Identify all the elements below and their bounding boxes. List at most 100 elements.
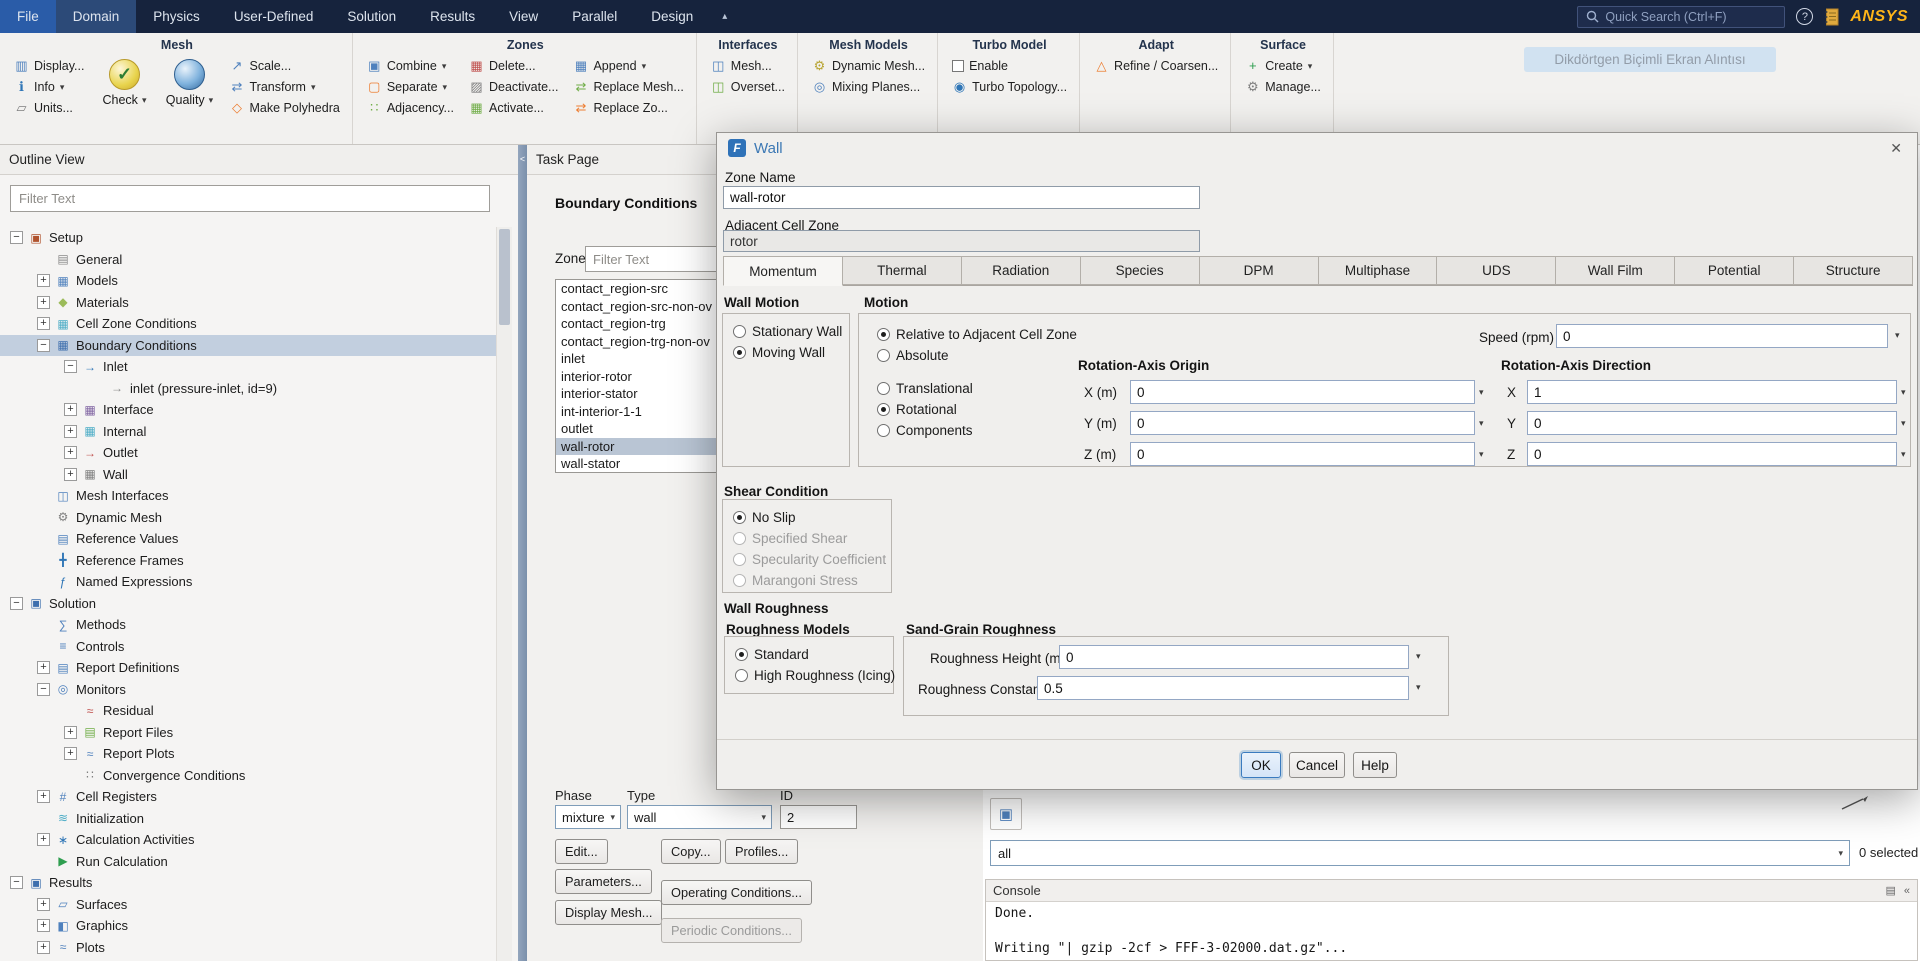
tree-item-methods[interactable]: ∑ Methods	[0, 614, 496, 636]
tree-item-named-expressions[interactable]: ƒ Named Expressions	[0, 571, 496, 593]
tab-radiation[interactable]: Radiation	[961, 256, 1081, 285]
ribbon-button-turbo-topology[interactable]: ◉ Turbo Topology...	[947, 78, 1072, 96]
tab-dpm[interactable]: DPM	[1199, 256, 1319, 285]
collapse-icon[interactable]: −	[64, 360, 77, 374]
chevron-down-icon[interactable]: ▾	[1416, 682, 1421, 693]
collapse-icon[interactable]: −	[37, 338, 50, 352]
menu-tab-design[interactable]: Design	[634, 0, 710, 33]
expand-icon[interactable]: +	[37, 661, 50, 675]
expand-icon[interactable]: +	[37, 919, 50, 933]
tab-structure[interactable]: Structure	[1794, 256, 1914, 285]
ribbon-button-quality[interactable]: Quality ▾	[159, 57, 219, 109]
tree-item-residual[interactable]: ≈ Residual	[0, 700, 496, 722]
tree-item-models[interactable]: + ▦ Models	[0, 270, 496, 292]
ribbon-button-mesh[interactable]: ◫ Mesh...	[706, 57, 790, 75]
ribbon-button-append[interactable]: ▦ Append ▾	[568, 57, 688, 75]
phase-select[interactable]: mixture ▾	[555, 805, 621, 829]
ribbon-button-overset[interactable]: ◫ Overset...	[706, 78, 790, 96]
menu-tab-physics[interactable]: Physics	[136, 0, 217, 33]
expand-icon[interactable]: +	[37, 940, 50, 954]
tree-item-wall[interactable]: + ▦ Wall	[0, 464, 496, 486]
tree-item-results[interactable]: − ▣ Results	[0, 872, 496, 894]
tree-item-calculation-activities[interactable]: + ∗ Calculation Activities	[0, 829, 496, 851]
tree-item-dynamic-mesh[interactable]: ⚙ Dynamic Mesh	[0, 507, 496, 529]
roughness-height-input[interactable]	[1059, 645, 1409, 669]
ribbon-button-delete[interactable]: ▦ Delete...	[464, 57, 563, 75]
ribbon-button-adjacency[interactable]: ∷ Adjacency...	[362, 99, 459, 117]
radio-rotational[interactable]: Rotational	[877, 399, 973, 420]
notebook-icon[interactable]	[1824, 8, 1839, 26]
collapse-icon[interactable]: −	[10, 596, 23, 610]
tree-item-internal[interactable]: + ▦ Internal	[0, 421, 496, 443]
outline-scrollbar[interactable]	[496, 227, 512, 961]
ribbon-button-separate[interactable]: ▢ Separate ▾	[362, 78, 459, 96]
cancel-button[interactable]: Cancel	[1289, 752, 1345, 778]
tree-item-boundary-conditions[interactable]: − ▦ Boundary Conditions	[0, 334, 496, 356]
expand-icon[interactable]: +	[37, 274, 50, 288]
expand-icon[interactable]: +	[37, 295, 50, 309]
tree-item-report-plots[interactable]: + ≈ Report Plots	[0, 743, 496, 765]
ribbon-button-enable[interactable]: Enable	[947, 57, 1072, 75]
input-x-m[interactable]	[1130, 380, 1475, 404]
ribbon-button-dynamic-mesh[interactable]: ⚙ Dynamic Mesh...	[807, 57, 930, 75]
probe-pencil-icon[interactable]	[1841, 793, 1869, 816]
zone-name-input[interactable]	[723, 186, 1200, 209]
menu-tab-solution[interactable]: Solution	[330, 0, 413, 33]
panel-splitter[interactable]: <	[518, 145, 527, 961]
help-icon[interactable]: ?	[1796, 8, 1814, 25]
search-input[interactable]	[1605, 9, 1777, 24]
input-x[interactable]	[1527, 380, 1897, 404]
radio-standard[interactable]: Standard	[735, 644, 883, 665]
scrollbar-thumb[interactable]	[499, 229, 510, 325]
tree-item-cell-zone-conditions[interactable]: + ▦ Cell Zone Conditions	[0, 313, 496, 335]
expand-icon[interactable]: +	[37, 790, 50, 804]
expand-icon[interactable]: +	[64, 467, 77, 481]
tree-item-mesh-interfaces[interactable]: ◫ Mesh Interfaces	[0, 485, 496, 507]
ribbon-button-create[interactable]: + Create ▾	[1240, 57, 1326, 75]
tree-item-run-calculation[interactable]: ▶ Run Calculation	[0, 851, 496, 873]
ribbon-button-mixing-planes[interactable]: ◎ Mixing Planes...	[807, 78, 930, 96]
radio-no-slip[interactable]: No Slip	[733, 507, 881, 528]
tree-item-report-definitions[interactable]: + ▤ Report Definitions	[0, 657, 496, 679]
tree-item-interface[interactable]: + ▦ Interface	[0, 399, 496, 421]
tab-potential[interactable]: Potential	[1675, 256, 1795, 285]
ribbon-button-replace-zo[interactable]: ⇄ Replace Zo...	[568, 99, 688, 117]
expand-icon[interactable]: +	[37, 833, 50, 847]
tree-item-graphics[interactable]: + ◧ Graphics	[0, 915, 496, 937]
operating-conditions-button[interactable]: Operating Conditions...	[661, 880, 812, 905]
speed-input[interactable]	[1556, 324, 1888, 348]
roughness-constant-input[interactable]	[1037, 676, 1409, 700]
tree-item-convergence-conditions[interactable]: ∷ Convergence Conditions	[0, 765, 496, 787]
ribbon-button-units[interactable]: ▱ Units...	[9, 99, 89, 117]
input-z[interactable]	[1527, 442, 1897, 466]
ribbon-button-scale[interactable]: ↗ Scale...	[224, 57, 344, 75]
chevron-down-icon[interactable]: ▾	[1895, 330, 1900, 341]
radio-translational[interactable]: Translational	[877, 378, 973, 399]
menu-tab-user-defined[interactable]: User-Defined	[217, 0, 331, 33]
ribbon-button-make-polyhedra[interactable]: ◇ Make Polyhedra	[224, 99, 344, 117]
input-y[interactable]	[1527, 411, 1897, 435]
tree-item-cell-registers[interactable]: + # Cell Registers	[0, 786, 496, 808]
tree-item-report-files[interactable]: + ▤ Report Files	[0, 722, 496, 744]
radio-moving-wall[interactable]: Moving Wall	[733, 342, 839, 363]
ribbon-button-combine[interactable]: ▣ Combine ▾	[362, 57, 459, 75]
tree-item-plots[interactable]: + ≈ Plots	[0, 937, 496, 959]
tree-item-materials[interactable]: + ◆ Materials	[0, 292, 496, 314]
graphics-tool-button[interactable]: ▣	[990, 798, 1022, 830]
ribbon-button-activate[interactable]: ▦ Activate...	[464, 99, 563, 117]
tree-item-reference-frames[interactable]: ╋ Reference Frames	[0, 550, 496, 572]
console-output[interactable]: Done. Writing "| gzip -2cf > FFF-3-02000…	[986, 902, 1917, 960]
expand-icon[interactable]: +	[64, 424, 77, 438]
tree-item-initialization[interactable]: ≋ Initialization	[0, 808, 496, 830]
expand-icon[interactable]: +	[64, 725, 77, 739]
enable-checkbox[interactable]	[952, 60, 965, 72]
tree-item-reference-values[interactable]: ▤ Reference Values	[0, 528, 496, 550]
console-collapse-icon[interactable]: «	[1904, 885, 1910, 897]
tree-item-general[interactable]: ▤ General	[0, 249, 496, 271]
expand-icon[interactable]: +	[64, 403, 77, 417]
ribbon-button-deactivate[interactable]: ▨ Deactivate...	[464, 78, 563, 96]
tab-momentum[interactable]: Momentum	[723, 256, 843, 286]
dialog-titlebar[interactable]: F Wall ✕	[717, 133, 1917, 163]
ribbon-button-check[interactable]: ✓ Check ▾	[94, 57, 154, 109]
tab-thermal[interactable]: Thermal	[842, 256, 962, 285]
